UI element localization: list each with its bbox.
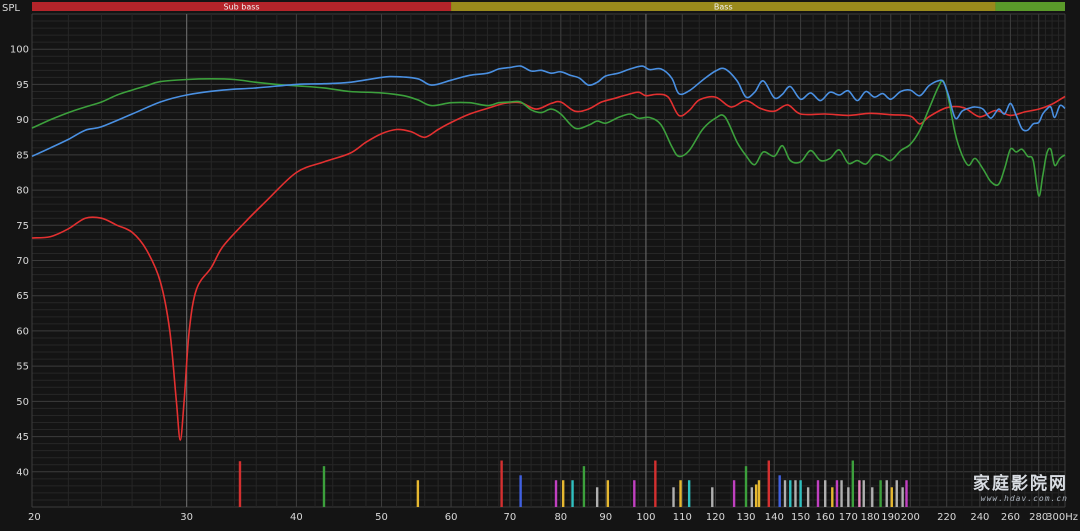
y-tick-label: 55 bbox=[16, 362, 29, 373]
room-mode-marker bbox=[851, 460, 855, 507]
y-axis-label: SPL bbox=[2, 3, 20, 14]
x-tick-label: 30 bbox=[180, 512, 193, 523]
room-mode-marker bbox=[554, 480, 558, 507]
room-mode-marker bbox=[901, 487, 904, 507]
room-mode-marker bbox=[416, 480, 420, 507]
band-3 bbox=[995, 2, 1065, 11]
x-tick-label: 300Hz bbox=[1046, 512, 1078, 523]
y-tick-label: 50 bbox=[16, 397, 29, 408]
watermark-main: 家庭影院网 bbox=[973, 474, 1068, 494]
x-tick-label: 40 bbox=[290, 512, 303, 523]
room-mode-marker bbox=[862, 480, 865, 507]
room-mode-marker bbox=[754, 484, 758, 507]
x-tick-label: 80 bbox=[554, 512, 567, 523]
room-mode-marker bbox=[654, 460, 657, 507]
x-tick-labels: 20 30 40 50 60 70 80 90 100 110 120 130 140 150 160 170… bbox=[28, 512, 1078, 523]
y-tick-label: 95 bbox=[16, 80, 29, 91]
room-mode-marker bbox=[778, 475, 781, 507]
x-tick-label: 180 bbox=[861, 512, 880, 523]
x-tick-label: 150 bbox=[791, 512, 810, 523]
y-tick-label: 65 bbox=[16, 291, 29, 302]
y-tick-label: 80 bbox=[16, 186, 29, 197]
room-mode-marker bbox=[757, 480, 761, 507]
chart-grid bbox=[31, 13, 1066, 508]
x-tick-label: 90 bbox=[599, 512, 612, 523]
band-label-2: Bass bbox=[714, 3, 733, 12]
x-tick-label: 220 bbox=[937, 512, 956, 523]
room-mode-marker bbox=[672, 487, 675, 507]
y-tick-labels: 40 45 50 55 60 65 70 75 80 85 90 95 100 bbox=[10, 45, 29, 479]
x-tick-label: 130 bbox=[736, 512, 755, 523]
x-tick-label: 120 bbox=[706, 512, 725, 523]
band-label-1: Sub bass bbox=[223, 3, 259, 12]
room-mode-marker bbox=[794, 480, 797, 507]
room-mode-marker bbox=[711, 487, 714, 507]
room-mode-marker bbox=[789, 480, 792, 507]
room-mode-marker bbox=[744, 466, 748, 507]
x-tick-label: 100 bbox=[636, 512, 655, 523]
room-mode-marker bbox=[835, 480, 839, 507]
y-tick-label: 100 bbox=[10, 45, 29, 56]
y-tick-label: 85 bbox=[16, 150, 29, 161]
x-tick-label: 190 bbox=[881, 512, 900, 523]
x-tick-label: 70 bbox=[504, 512, 517, 523]
x-tick-label: 200 bbox=[901, 512, 920, 523]
room-mode-marker bbox=[687, 480, 691, 507]
frequency-response-chart: SPL Sub bass Bass 40 45 50 55 60 65 70 75 80 85 90 9… bbox=[2, 2, 1078, 523]
room-mode-marker bbox=[322, 466, 326, 507]
room-mode-marker bbox=[890, 487, 893, 507]
room-mode-marker bbox=[824, 480, 827, 507]
x-tick-label: 160 bbox=[816, 512, 835, 523]
watermark: 家庭影院网 www.hdav.com.cn bbox=[973, 469, 1068, 503]
room-mode-marker bbox=[885, 480, 888, 507]
y-tick-label: 45 bbox=[16, 432, 29, 443]
room-mode-marker bbox=[831, 487, 834, 507]
room-mode-marker bbox=[879, 480, 882, 507]
room-mode-marker bbox=[238, 461, 242, 507]
room-mode-marker bbox=[732, 480, 736, 507]
room-mode-marker bbox=[847, 487, 850, 507]
room-mode-marker bbox=[905, 480, 908, 507]
y-tick-label: 60 bbox=[16, 326, 29, 337]
room-mode-marker bbox=[595, 487, 599, 507]
x-tick-label: 110 bbox=[673, 512, 692, 523]
x-tick-label: 20 bbox=[28, 512, 41, 523]
room-mode-marker bbox=[783, 480, 787, 507]
y-tick-label: 75 bbox=[16, 221, 29, 232]
y-tick-label: 90 bbox=[16, 115, 29, 126]
room-mode-marker bbox=[679, 480, 682, 507]
x-tick-label: 240 bbox=[970, 512, 989, 523]
room-mode-marker bbox=[806, 487, 810, 507]
x-tick-label: 260 bbox=[1001, 512, 1020, 523]
room-mode-marker bbox=[858, 480, 861, 507]
x-tick-label: 140 bbox=[765, 512, 784, 523]
room-mode-marker bbox=[799, 480, 802, 507]
room-mode-marker bbox=[871, 487, 874, 507]
watermark-sub: www.hdav.com.cn bbox=[980, 494, 1068, 503]
room-mode-marker bbox=[519, 475, 522, 507]
room-mode-marker bbox=[582, 466, 586, 507]
y-tick-label: 40 bbox=[16, 467, 29, 478]
room-mode-marker bbox=[633, 480, 636, 507]
room-mode-marker bbox=[561, 480, 565, 507]
room-mode-marker bbox=[840, 480, 843, 507]
room-mode-marker bbox=[750, 487, 754, 507]
room-mode-marker bbox=[571, 480, 574, 507]
room-mode-marker bbox=[500, 460, 503, 507]
x-tick-label: 60 bbox=[445, 512, 458, 523]
room-mode-marker bbox=[895, 480, 898, 507]
room-mode-marker bbox=[767, 460, 770, 507]
y-tick-label: 70 bbox=[16, 256, 29, 267]
frequency-bands: Sub bass Bass bbox=[32, 2, 1065, 12]
room-mode-marker bbox=[606, 480, 610, 507]
x-tick-label: 170 bbox=[839, 512, 858, 523]
x-tick-label: 50 bbox=[375, 512, 388, 523]
room-mode-marker bbox=[816, 480, 820, 507]
